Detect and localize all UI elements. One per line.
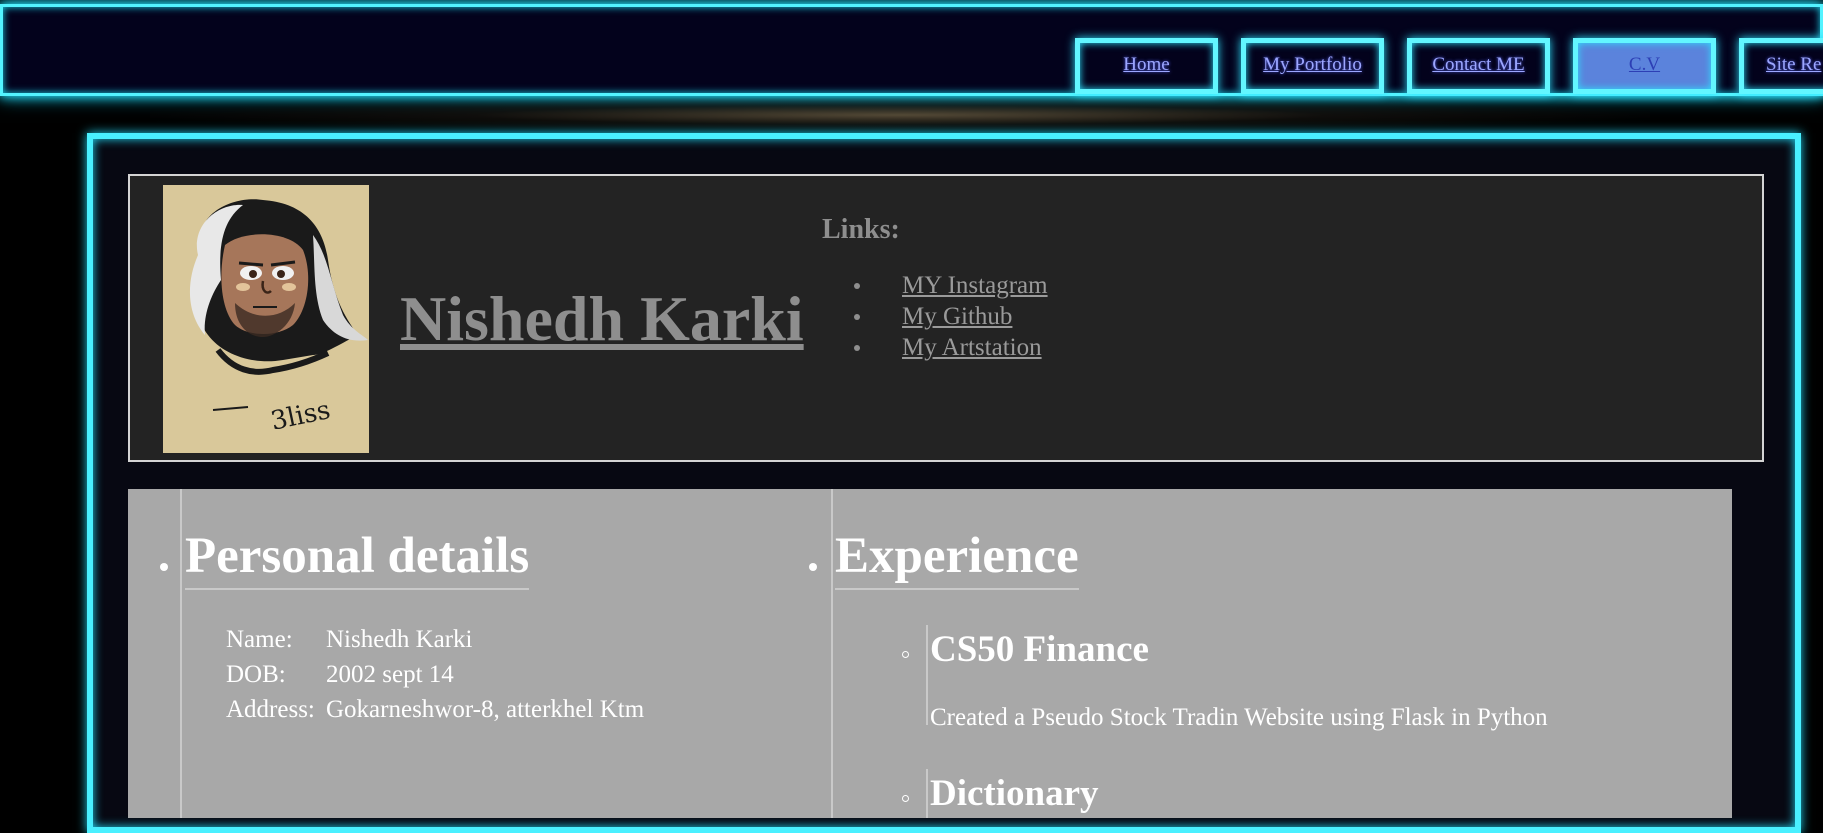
column-divider: [831, 489, 833, 818]
detail-value: 2002 sept 14: [326, 661, 454, 688]
avatar: 3liss: [163, 185, 369, 453]
profile-name: Nishedh Karki: [400, 283, 804, 354]
table-row: Name: Nishedh Karki: [226, 626, 644, 661]
links-heading: Links:: [822, 214, 900, 245]
personal-details-table: Name: Nishedh Karki DOB: 2002 sept 14 Ad…: [226, 626, 644, 731]
nav-home-link[interactable]: Home: [1075, 38, 1218, 94]
item-divider: [926, 769, 928, 818]
bullet-icon: [809, 563, 817, 571]
top-navbar: Home My Portfolio Contact ME C.V Site Re: [0, 4, 1823, 96]
profile-header-card: 3liss Nishedh Karki Links: MY Instagram …: [128, 174, 1764, 462]
detail-value: Gokarneshwor-8, atterkhel Ktm: [326, 696, 645, 723]
nav-cv-link[interactable]: C.V: [1573, 38, 1716, 94]
circle-bullet-icon: [902, 651, 909, 658]
bullet-icon: [854, 283, 860, 289]
bullet-icon: [854, 314, 860, 320]
detail-value: Nishedh Karki: [326, 626, 473, 653]
experience-heading: Experience: [835, 528, 1079, 591]
item-divider: [926, 625, 928, 725]
instagram-link[interactable]: MY Instagram: [902, 272, 1048, 300]
detail-key: Name:: [226, 626, 293, 653]
table-row: DOB: 2002 sept 14: [226, 661, 644, 696]
nav-contact-link[interactable]: Contact ME: [1407, 38, 1550, 94]
avatar-drawing-icon: 3liss: [189, 199, 368, 437]
personal-details-heading: Personal details: [185, 528, 530, 591]
bullet-icon: [160, 563, 168, 571]
artstation-link[interactable]: My Artstation: [902, 334, 1042, 362]
table-row: Address: Gokarneshwor-8, atterkhel Ktm: [226, 696, 644, 731]
nav-site-link[interactable]: Site Re: [1739, 38, 1823, 94]
background-glow: [150, 98, 1650, 132]
bullet-icon: [854, 345, 860, 351]
circle-bullet-icon: [902, 795, 909, 802]
detail-key: Address:: [226, 696, 315, 723]
svg-text:3liss: 3liss: [268, 395, 333, 437]
experience-item-description: Created a Pseudo Stock Tradin Website us…: [930, 704, 1548, 731]
cv-content-panel: Personal details Name: Nishedh Karki DOB…: [128, 489, 1732, 818]
github-link[interactable]: My Github: [902, 303, 1012, 331]
detail-key: DOB:: [226, 661, 286, 688]
nav-portfolio-link[interactable]: My Portfolio: [1241, 38, 1384, 94]
experience-item-title: CS50 Finance: [930, 629, 1149, 670]
column-divider: [180, 489, 182, 818]
experience-item-title: Dictionary: [930, 773, 1099, 814]
